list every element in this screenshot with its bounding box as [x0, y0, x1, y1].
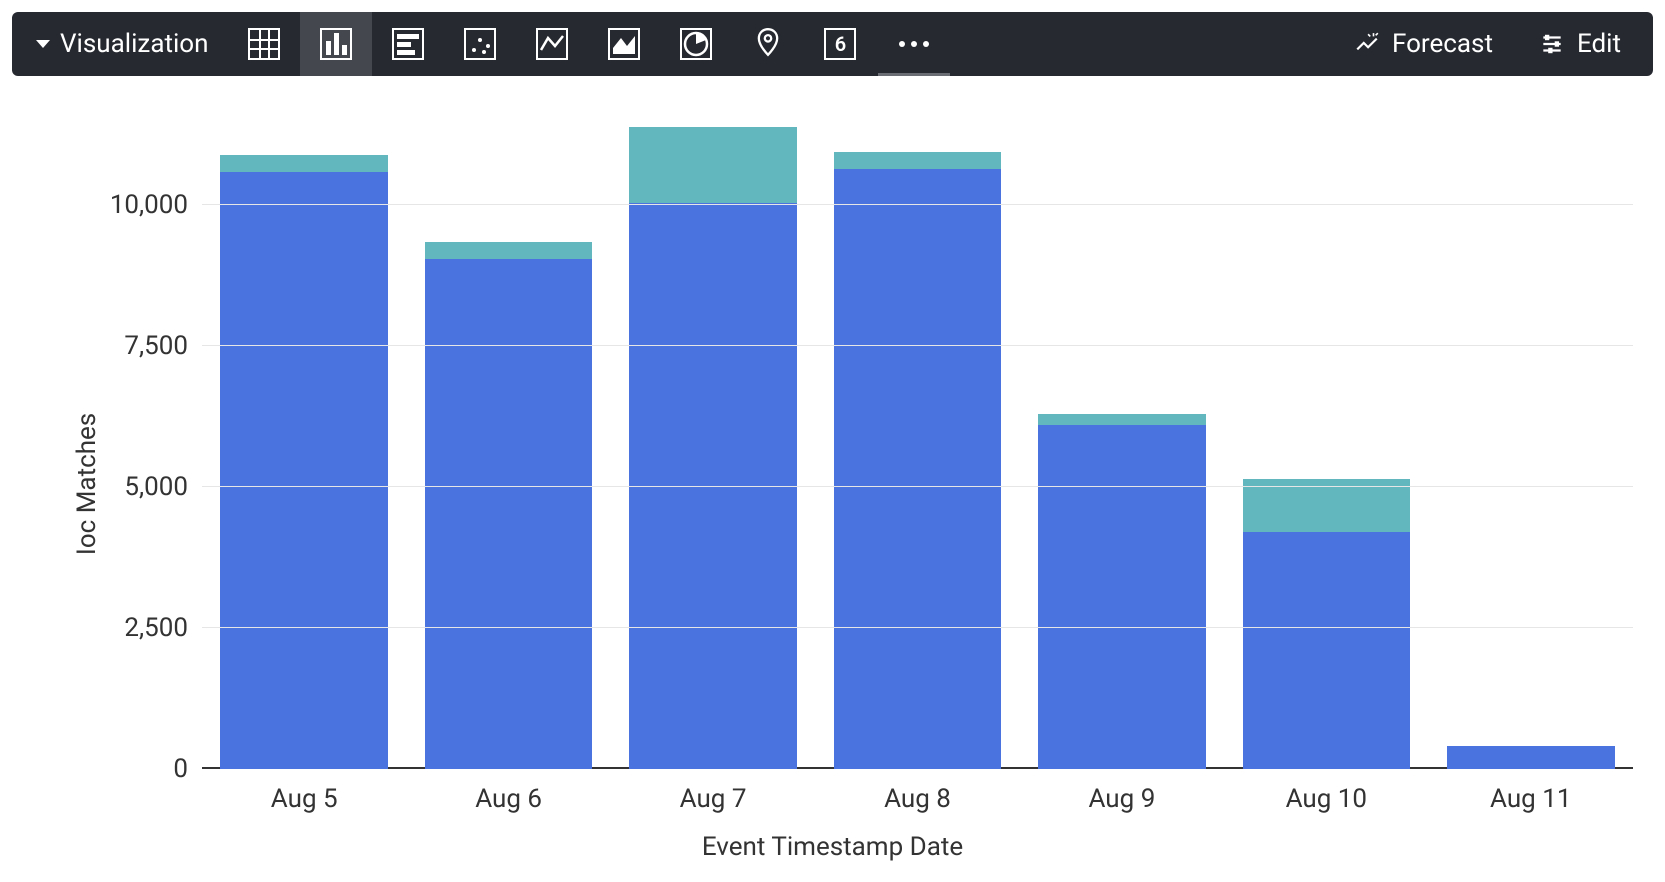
bar-segment-series1: [834, 169, 1002, 769]
more-underline: [878, 73, 950, 76]
forecast-icon: [1354, 31, 1380, 57]
x-ticks: Aug 5Aug 6Aug 7Aug 8Aug 9Aug 10Aug 11: [202, 784, 1633, 814]
viz-type-buttons: 6: [228, 12, 876, 76]
column-chart-icon: [320, 28, 352, 60]
bar-segment-series1: [1243, 532, 1411, 769]
area-chart-icon: [608, 28, 640, 60]
stacked-bar[interactable]: [1447, 746, 1615, 769]
stacked-bar[interactable]: [425, 242, 593, 769]
y-tick-label: 7,500: [124, 331, 188, 361]
y-tick-label: 0: [173, 754, 188, 784]
edit-label: Edit: [1577, 29, 1621, 59]
chart-area: Ioc Matches 02,5005,0007,50010,000 Aug 5…: [12, 104, 1653, 864]
pie-chart-icon: [680, 28, 712, 60]
x-tick-label: Aug 7: [611, 784, 815, 814]
viz-btn-single-value-icon[interactable]: 6: [804, 12, 876, 76]
viz-btn-scatter-chart-icon[interactable]: [444, 12, 516, 76]
bar-segment-series2: [1038, 414, 1206, 425]
bar-segment-series2: [629, 127, 797, 203]
x-tick-label: Aug 6: [406, 784, 610, 814]
x-tick-label: Aug 10: [1224, 784, 1428, 814]
x-tick-label: Aug 11: [1429, 784, 1633, 814]
table-icon: [248, 28, 280, 60]
scatter-chart-icon: [464, 28, 496, 60]
more-viz-wrap: [878, 12, 950, 76]
more-viz-button[interactable]: [878, 12, 950, 76]
bar-segment-series2: [834, 152, 1002, 169]
y-tick-label: 2,500: [124, 613, 188, 643]
bar-segment-series2: [425, 242, 593, 259]
bar-segment-series1: [1447, 746, 1615, 769]
y-tick-label: 10,000: [110, 190, 188, 220]
x-tick-label: Aug 8: [815, 784, 1019, 814]
bar-chart-icon: [392, 28, 424, 60]
gridline: [202, 486, 1633, 487]
forecast-label: Forecast: [1392, 29, 1493, 59]
stacked-bar[interactable]: [1243, 479, 1411, 769]
plot-region[interactable]: 02,5005,0007,50010,000: [202, 104, 1633, 769]
gridline: [202, 627, 1633, 628]
y-axis-label: Ioc Matches: [72, 413, 102, 555]
x-tick-label: Aug 9: [1020, 784, 1224, 814]
bar-segment-series1: [1038, 425, 1206, 769]
gridline: [202, 345, 1633, 346]
stacked-bar[interactable]: [1038, 414, 1206, 769]
x-tick-label: Aug 5: [202, 784, 406, 814]
single-value-icon: 6: [824, 28, 856, 60]
viz-btn-pie-chart-icon[interactable]: [660, 12, 732, 76]
edit-button[interactable]: Edit: [1517, 12, 1643, 76]
viz-btn-table-icon[interactable]: [228, 12, 300, 76]
visualization-dropdown[interactable]: Visualization: [22, 12, 226, 76]
viz-btn-area-chart-icon[interactable]: [588, 12, 660, 76]
viz-btn-column-chart-icon[interactable]: [300, 12, 372, 76]
bar-segment-series1: [220, 172, 388, 769]
viz-btn-bar-chart-icon[interactable]: [372, 12, 444, 76]
sliders-icon: [1539, 31, 1565, 57]
forecast-button[interactable]: Forecast: [1332, 12, 1515, 76]
bar-segment-series1: [425, 259, 593, 769]
map-pin-icon: [757, 27, 779, 61]
stacked-bar[interactable]: [220, 155, 388, 769]
bar-segment-series2: [220, 155, 388, 172]
visualization-label: Visualization: [60, 29, 208, 59]
dropdown-caret-icon: [36, 40, 50, 48]
x-axis-label: Event Timestamp Date: [12, 832, 1653, 862]
viz-btn-line-chart-icon[interactable]: [516, 12, 588, 76]
viz-btn-map-pin-icon[interactable]: [732, 12, 804, 76]
stacked-bar[interactable]: [834, 152, 1002, 769]
gridline: [202, 204, 1633, 205]
line-chart-icon: [536, 28, 568, 60]
stacked-bar[interactable]: [629, 127, 797, 769]
y-tick-label: 5,000: [124, 472, 188, 502]
visualization-toolbar: Visualization 6 Forecast Ed: [12, 12, 1653, 76]
